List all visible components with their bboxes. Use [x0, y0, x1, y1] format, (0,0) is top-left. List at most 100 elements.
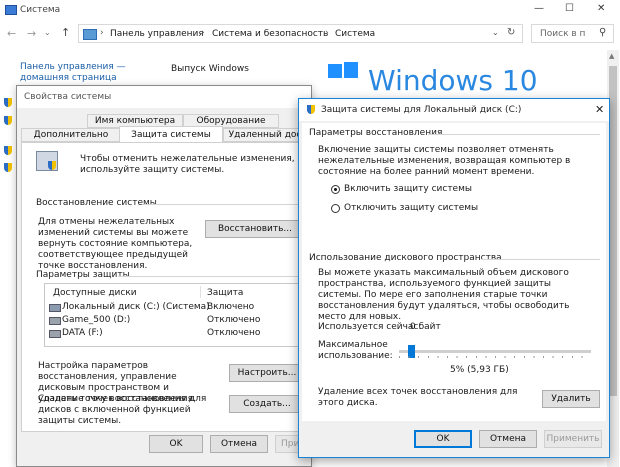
windows-logo-icon: [328, 64, 342, 78]
restore-description: Для отмены нежелательных изменений систе…: [38, 217, 193, 271]
recent-dropdown-icon[interactable]: ⌄: [44, 28, 51, 37]
system-properties-dialog: Свойства системы Имя компьютера Оборудов…: [16, 85, 315, 467]
disk-status: Отключено: [207, 315, 261, 325]
breadcrumb-system[interactable]: Система: [335, 29, 375, 39]
protect-titlebar: Защита системы для Локальный диск (C:) ✕: [299, 99, 609, 121]
protect-ok-button[interactable]: OK: [414, 430, 472, 448]
protect-content: Параметры восстановления Включение защит…: [302, 123, 606, 421]
minimize-button[interactable]: —: [534, 3, 544, 14]
tab-advanced[interactable]: Дополнительно: [21, 128, 121, 142]
column-header-protection[interactable]: Защита: [207, 288, 243, 298]
current-usage-value: 0 байт: [410, 322, 441, 332]
protection-divider: [118, 276, 304, 277]
radio-enable-label[interactable]: Включить защиту системы: [344, 184, 472, 194]
shield-icon: [4, 163, 12, 172]
protection-settings-label: Параметры защиты: [36, 270, 130, 280]
disk-status: Отключено: [207, 328, 261, 338]
window-title: Система: [20, 5, 61, 15]
windows-logo-text: Windows 10: [368, 64, 538, 97]
up-arrow-icon[interactable]: ↑: [61, 26, 70, 39]
usage-slider[interactable]: [399, 345, 591, 359]
sysprops-titlebar: Свойства системы: [17, 86, 311, 108]
close-icon[interactable]: ✕: [595, 103, 604, 116]
header-divider: [200, 286, 201, 298]
system-protection-dialog: Защита системы для Локальный диск (C:) ✕…: [298, 98, 610, 458]
sysprops-cancel-button[interactable]: Отмена: [210, 435, 268, 453]
address-dropdown-icon[interactable]: ⌄: [492, 28, 499, 37]
tab-remote[interactable]: Удаленный дос: [223, 128, 307, 142]
restore-button[interactable]: Восстановить...: [205, 220, 305, 238]
sysprops-title: Свойства системы: [24, 92, 112, 102]
protect-cancel-button[interactable]: Отмена: [479, 430, 537, 448]
disk-usage-divider: [482, 259, 600, 260]
create-description: Создать точку восстановления для дисков …: [38, 394, 207, 426]
shield-icon: [4, 116, 12, 125]
drive-icon: [49, 330, 61, 338]
disk-name: Game_500 (D:): [62, 315, 131, 325]
control-panel-icon: [83, 29, 97, 40]
windows-logo-icon: [344, 62, 358, 78]
table-row[interactable]: DATA (F:) Отключено: [47, 327, 303, 340]
control-panel-home-link[interactable]: Панель управления — домашняя страница: [20, 62, 130, 84]
restore-settings-divider: [428, 134, 600, 135]
create-button[interactable]: Создать...: [229, 395, 305, 413]
address-box[interactable]: › Панель управления › Система и безопасн…: [78, 24, 523, 43]
slider-value: 5% (5,93 ГБ): [450, 365, 509, 375]
breadcrumb-sep-icon: ›: [100, 28, 104, 38]
max-usage-label: Максимальное использование:: [318, 340, 393, 361]
drive-icon: [49, 317, 61, 325]
drive-icon: [49, 304, 61, 312]
windows-edition-label: Выпуск Windows: [171, 64, 249, 74]
forward-arrow-icon[interactable]: →: [27, 27, 36, 40]
radio-enable[interactable]: [331, 185, 340, 194]
search-box[interactable]: Поиск в п ⚲: [531, 24, 614, 43]
maximize-button[interactable]: ☐: [565, 3, 574, 14]
shield-icon: [4, 98, 12, 107]
scroll-up-icon[interactable]: ▲: [609, 52, 614, 60]
column-header-disks[interactable]: Доступные диски: [53, 288, 137, 298]
configure-button[interactable]: Настроить...: [229, 364, 305, 382]
delete-description: Удаление всех точек восстановления для э…: [318, 387, 518, 408]
tab-system-protection[interactable]: Защита системы: [119, 126, 223, 143]
explorer-titlebar: Система — ☐ ✕: [0, 0, 620, 20]
radio-disable[interactable]: [331, 204, 340, 213]
delete-button[interactable]: Удалить: [542, 390, 600, 408]
disk-name: DATA (F:): [62, 328, 103, 338]
shield-icon: [4, 146, 12, 155]
disk-name: Локальный диск (C:) (Система): [62, 302, 210, 312]
slider-ticks: [399, 356, 591, 358]
breadcrumb-security[interactable]: Система и безопасность: [212, 29, 328, 39]
small-shield-icon: [48, 161, 56, 170]
disk-status: Включено: [207, 302, 255, 312]
restore-settings-desc: Включение защиты системы позволяет отмен…: [318, 145, 571, 177]
search-input[interactable]: Поиск в п: [540, 29, 585, 39]
sysprops-ok-button[interactable]: OK: [149, 435, 203, 453]
table-row[interactable]: Game_500 (D:) Отключено: [47, 314, 303, 327]
disk-usage-desc: Вы можете указать максимальный объем дис…: [318, 268, 570, 322]
restore-divider: [144, 204, 304, 205]
title-shield-icon: [307, 105, 315, 114]
protect-dialog-title: Защита системы для Локальный диск (C:): [321, 105, 522, 115]
breadcrumb-control-panel[interactable]: Панель управления: [110, 29, 204, 39]
breadcrumb-sep-icon: ›: [325, 28, 329, 38]
table-row[interactable]: Локальный диск (C:) (Система) Включено: [47, 301, 303, 314]
disk-usage-label: Использование дискового пространства: [309, 253, 502, 263]
radio-disable-label[interactable]: Отключить защиту системы: [344, 203, 478, 213]
protection-intro: Чтобы отменить нежелательные изменения, …: [80, 154, 295, 175]
refresh-icon[interactable]: ↻: [507, 27, 515, 38]
protect-apply-button[interactable]: Применить: [544, 430, 602, 448]
back-arrow-icon[interactable]: ←: [7, 27, 16, 40]
windows-logo: Windows 10: [320, 60, 538, 100]
navigation-bar: ← → ⌄ ↑ › Панель управления › Система и …: [0, 22, 620, 46]
scroll-thumb[interactable]: [609, 66, 617, 396]
tab-panel: Чтобы отменить нежелательные изменения, …: [21, 142, 307, 432]
restore-section-label: Восстановление системы: [36, 198, 157, 208]
restore-settings-label: Параметры восстановления: [309, 128, 443, 138]
system-window-icon: [5, 5, 17, 15]
slider-track: [399, 350, 591, 353]
current-usage-label: Используется сейчас:: [318, 322, 422, 332]
disk-list[interactable]: Доступные диски Защита Локальный диск (C…: [44, 283, 306, 347]
search-icon: ⚲: [599, 27, 607, 38]
close-window-button[interactable]: ✕: [597, 3, 605, 14]
breadcrumb-sep-icon: ›: [201, 28, 205, 38]
